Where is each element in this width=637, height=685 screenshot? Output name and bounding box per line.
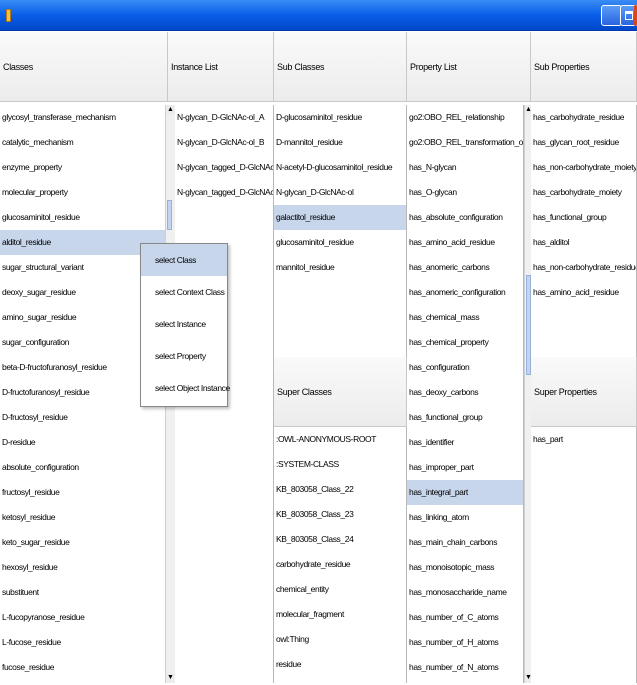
property-list-item[interactable]: has_monosaccharide_name — [407, 580, 523, 605]
instance-list-item[interactable]: N-glycan_D-GlcNAc-ol_B — [175, 130, 273, 155]
class-list-item[interactable]: absolute_configuration — [0, 455, 167, 480]
sub-classes-header: Sub Classes — [274, 32, 407, 102]
scroll-up-arrow[interactable]: ▲ — [166, 105, 175, 115]
property-list-item[interactable]: has_improper_part — [407, 455, 523, 480]
property-list-item[interactable]: has_configuration — [407, 355, 523, 380]
class-list-item[interactable]: enzyme_property — [0, 155, 167, 180]
property-list-item[interactable]: has_identifier — [407, 430, 523, 455]
sub-class-item[interactable]: mannitol_residue — [274, 255, 406, 280]
sub-class-item[interactable]: N-glycan_D-GlcNAc-ol — [274, 180, 406, 205]
super-class-item[interactable]: residue — [274, 652, 406, 677]
property-list-item[interactable]: has_amino_acid_residue — [407, 230, 523, 255]
context-menu-item[interactable]: select Context Class — [141, 276, 227, 308]
super-properties-list[interactable]: has_part — [531, 427, 637, 683]
super-class-item[interactable]: KB_803058_Class_24 — [274, 527, 406, 552]
context-menu-item[interactable]: select Object Instance — [141, 372, 230, 404]
context-menu: select Class select Context Class select I… — [140, 243, 230, 407]
property-list-item[interactable]: has_main_chain_carbons — [407, 530, 523, 555]
property-list[interactable]: go2:OBO_REL_relationship go2:OBO_REL_tran… — [407, 105, 524, 683]
class-list-item[interactable]: fucose_residue — [0, 655, 167, 680]
property-list-item[interactable]: has_deoxy_carbons — [407, 380, 523, 405]
sub-property-item[interactable]: has_carbohydrate_moiety — [531, 180, 636, 205]
class-list-item[interactable]: L-fucopyranose_residue — [0, 605, 167, 630]
class-list-item[interactable]: keto_sugar_residue — [0, 530, 167, 555]
property-list-item[interactable]: has_chemical_mass — [407, 305, 523, 330]
property-list-item[interactable]: has_anomeric_carbons — [407, 255, 523, 280]
sub-property-item[interactable]: has_functional_group — [531, 205, 636, 230]
sub-class-item[interactable]: N-acetyl-D-glucosaminitol_residue — [274, 155, 406, 180]
class-list-item[interactable]: fructosyl_residue — [0, 480, 167, 505]
instance-list-item[interactable]: N-glycan_tagged_D-GlcNAc-ol_B — [175, 180, 273, 205]
property-list-item[interactable]: has_integral_part — [407, 480, 523, 505]
class-list-item[interactable]: L-fucose_residue — [0, 630, 167, 655]
scroll-down-arrow[interactable]: ▼ — [166, 673, 175, 683]
class-list-item[interactable]: molecular_property — [0, 180, 167, 205]
sub-properties-list[interactable]: has_carbohydrate_residue has_glycan_root_… — [531, 105, 637, 357]
super-class-item[interactable]: KB_803058_Class_22 — [274, 477, 406, 502]
property-list-item[interactable]: has_O-glycan — [407, 180, 523, 205]
sub-class-item[interactable]: glucosaminitol_residue — [274, 230, 406, 255]
sub-property-item[interactable]: has_non-carbohydrate_moiety — [531, 155, 636, 180]
sub-properties-header: Sub Properties — [531, 32, 637, 102]
context-menu-item[interactable]: select Instance — [141, 308, 227, 340]
sub-property-item[interactable]: has_carbohydrate_residue — [531, 105, 636, 130]
property-list-item[interactable]: has_chemical_property — [407, 330, 523, 355]
sub-property-item[interactable]: has_alditol — [531, 230, 636, 255]
super-property-item[interactable]: has_part — [531, 427, 636, 452]
super-class-item[interactable]: molecular_fragment — [274, 602, 406, 627]
super-class-item[interactable]: :SYSTEM-CLASS — [274, 452, 406, 477]
super-class-item[interactable]: :OWL-ANONYMOUS-ROOT — [274, 427, 406, 452]
minimize-button[interactable] — [601, 5, 622, 26]
property-list-item[interactable]: has_number_of_H_atoms — [407, 630, 523, 655]
context-menu-item[interactable]: select Property — [141, 340, 227, 372]
class-list-item[interactable]: catalytic_mechanism — [0, 130, 167, 155]
sub-class-item[interactable]: D-mannitol_residue — [274, 130, 406, 155]
property-scrollbar[interactable]: ▲ ▼ — [524, 105, 532, 683]
scroll-thumb[interactable] — [167, 200, 172, 230]
app-icon — [6, 9, 11, 22]
instance-list-item[interactable]: N-glycan_tagged_D-GlcNAc-ol_A — [175, 155, 273, 180]
class-list-item[interactable]: hexosyl_residue — [0, 555, 167, 580]
class-list-item[interactable]: ketosyl_residue — [0, 505, 167, 530]
property-list-item[interactable]: go2:OBO_REL_relationship — [407, 105, 523, 130]
sub-property-item[interactable]: has_glycan_root_residue — [531, 130, 636, 155]
context-menu-item[interactable]: select Class — [141, 244, 227, 276]
class-list-item[interactable]: substituent — [0, 580, 167, 605]
property-list-item[interactable]: has_functional_group — [407, 405, 523, 430]
classes-header: Classes — [0, 32, 168, 102]
sub-class-item[interactable]: galactitol_residue — [274, 205, 406, 230]
class-list-item[interactable]: D-residue — [0, 430, 167, 455]
class-list-item[interactable]: glucosaminitol_residue — [0, 205, 167, 230]
property-list-item[interactable]: has_number_of_N_atoms — [407, 655, 523, 680]
property-list-item[interactable]: go2:OBO_REL_transformation_of — [407, 130, 523, 155]
instance-list-item[interactable]: N-glycan_D-GlcNAc-ol_A — [175, 105, 273, 130]
property-list-header: Property List — [407, 32, 531, 102]
super-class-item[interactable]: carbohydrate_residue — [274, 552, 406, 577]
super-class-item[interactable]: chemical_entity — [274, 577, 406, 602]
super-class-item[interactable]: KB_803058_Class_23 — [274, 502, 406, 527]
property-list-item[interactable]: has_linking_atom — [407, 505, 523, 530]
sub-classes-list[interactable]: D-glucosaminitol_residue D-mannitol_resid… — [274, 105, 407, 357]
class-list-item[interactable]: glycosyl_transferase_mechanism — [0, 105, 167, 130]
super-classes-header: Super Classes — [274, 357, 407, 427]
sub-class-item[interactable]: D-glucosaminitol_residue — [274, 105, 406, 130]
property-list-item[interactable]: has_N-glycan — [407, 155, 523, 180]
title-bar — [0, 0, 637, 31]
sub-property-item[interactable]: has_non-carbohydrate_residue — [531, 255, 636, 280]
instance-list-header: Instance List — [168, 32, 274, 102]
property-list-item[interactable]: has_anomeric_configuration — [407, 280, 523, 305]
maximize-icon — [625, 11, 633, 20]
property-list-item[interactable]: has_absolute_configuration — [407, 205, 523, 230]
super-properties-header: Super Properties — [531, 357, 637, 427]
sub-property-item[interactable]: has_amino_acid_residue — [531, 280, 636, 305]
property-list-item[interactable]: has_monoisotopic_mass — [407, 555, 523, 580]
property-list-item[interactable]: has_number_of_C_atoms — [407, 605, 523, 630]
super-class-item[interactable]: owl:Thing — [274, 627, 406, 652]
class-list-item[interactable]: D-fructosyl_residue — [0, 405, 167, 430]
super-classes-list[interactable]: :OWL-ANONYMOUS-ROOT:SYSTEM-CLASS KB_80305… — [274, 427, 407, 683]
